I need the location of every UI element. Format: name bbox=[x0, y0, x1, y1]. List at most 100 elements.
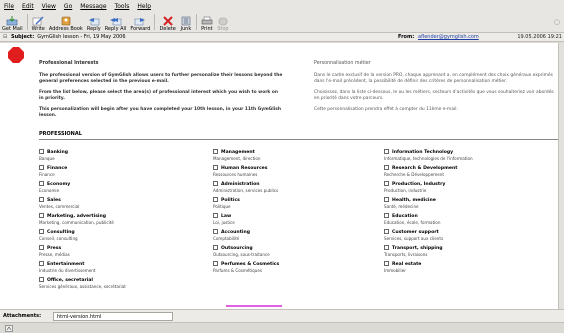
print-label: Print bbox=[201, 26, 213, 32]
vertical-scrollbar[interactable] bbox=[558, 43, 564, 309]
option-checkbox[interactable] bbox=[213, 213, 218, 218]
stop-icon bbox=[218, 17, 228, 26]
get-mail-button[interactable]: Get Mail bbox=[2, 13, 23, 32]
option-translation: Education, école, formation bbox=[384, 219, 441, 225]
option-checkbox[interactable] bbox=[213, 229, 218, 234]
option-translation: Comptabilité bbox=[213, 235, 240, 241]
forward-icon bbox=[135, 18, 146, 26]
forward-label: Forward bbox=[130, 26, 151, 32]
from-address-link[interactable]: aflender@gymglish.com bbox=[418, 34, 479, 40]
option-translation: Banque bbox=[39, 155, 55, 161]
option-checkbox[interactable] bbox=[213, 245, 218, 250]
decorative-divider bbox=[226, 305, 282, 307]
intro-fr-paragraph: Dans le cadre exclusif de la version PRO… bbox=[314, 73, 553, 84]
attachments-bar: Attachments: html-version.html bbox=[0, 309, 564, 322]
get-mail-label: Get Mail bbox=[2, 26, 23, 32]
write-button[interactable]: Write bbox=[32, 13, 45, 32]
reply-all-icon bbox=[109, 18, 121, 26]
menu-tools[interactable]: Tools bbox=[115, 3, 130, 10]
option-translation: Services, support aux clients bbox=[384, 235, 444, 241]
intro-fr-title: Personnalisation métier bbox=[314, 61, 371, 66]
option-translation: Informatique, technologies de l'informat… bbox=[384, 155, 473, 161]
option-checkbox[interactable] bbox=[39, 229, 44, 234]
from-label: From: bbox=[398, 34, 415, 40]
option-item: Entertainment Industrie du divertissement bbox=[39, 261, 95, 273]
option-checkbox[interactable] bbox=[39, 213, 44, 218]
stop-button[interactable]: Stop bbox=[217, 13, 229, 32]
attachment-file[interactable]: html-version.html bbox=[53, 311, 173, 321]
option-label: Office, secretarial bbox=[47, 278, 93, 283]
menu-view[interactable]: View bbox=[42, 3, 56, 10]
menu-file-label: File bbox=[4, 3, 15, 10]
option-label: Management bbox=[221, 150, 255, 155]
online-status-icon[interactable] bbox=[5, 325, 13, 332]
junk-button[interactable]: Junk bbox=[180, 13, 192, 32]
toolbar-separator bbox=[154, 14, 156, 30]
message-header: ⊟ Subject: GymGlish lesson - Fri, 19 May… bbox=[0, 33, 564, 42]
option-checkbox[interactable] bbox=[39, 197, 44, 202]
option-checkbox[interactable] bbox=[39, 165, 44, 170]
option-checkbox[interactable] bbox=[39, 245, 44, 250]
option-checkbox[interactable] bbox=[384, 181, 389, 186]
option-label: Politics bbox=[221, 198, 240, 203]
option-label: Law bbox=[221, 214, 232, 219]
header-toggle-icon[interactable]: ⊟ bbox=[3, 34, 11, 40]
option-checkbox[interactable] bbox=[39, 277, 44, 282]
menu-tools-label: Tools bbox=[114, 3, 130, 10]
option-item: Health, medicine Santé, médecine bbox=[384, 197, 436, 209]
forward-button[interactable]: Forward bbox=[130, 13, 150, 32]
option-translation: Immobilier bbox=[384, 267, 406, 273]
main-toolbar: Get Mail Write Address Book Reply Reply … bbox=[0, 13, 564, 33]
reply-button[interactable]: Reply bbox=[87, 13, 101, 32]
write-label: Write bbox=[31, 26, 45, 32]
option-label: Consulting bbox=[47, 230, 75, 235]
option-item: Customer support Services, support aux cl… bbox=[384, 229, 443, 241]
option-item: Politics Politique bbox=[213, 197, 240, 209]
option-label: Sales bbox=[47, 198, 61, 203]
intro-en-paragraph: The professional version of GymGlish all… bbox=[39, 73, 283, 84]
printer-icon bbox=[201, 16, 213, 25]
option-label: Education bbox=[392, 214, 418, 219]
option-translation: Recherche & Développement bbox=[384, 171, 444, 177]
throbber-icon: ○ bbox=[553, 18, 560, 26]
option-checkbox[interactable] bbox=[384, 229, 389, 234]
subject-label: Subject: bbox=[11, 34, 35, 40]
section-divider bbox=[39, 139, 558, 140]
reply-icon bbox=[88, 18, 100, 26]
option-label: Accounting bbox=[221, 230, 251, 235]
delete-button[interactable]: Delete bbox=[159, 13, 176, 32]
option-checkbox[interactable] bbox=[213, 181, 218, 186]
option-checkbox[interactable] bbox=[384, 149, 389, 154]
option-checkbox[interactable] bbox=[384, 245, 389, 250]
print-button[interactable]: Print bbox=[201, 13, 213, 32]
option-checkbox[interactable] bbox=[39, 149, 44, 154]
menu-go[interactable]: Go bbox=[64, 3, 72, 10]
toolbar-separator bbox=[26, 14, 28, 30]
menu-view-label: View bbox=[41, 3, 56, 10]
menu-message[interactable]: Message bbox=[80, 3, 106, 10]
option-checkbox[interactable] bbox=[384, 197, 389, 202]
option-checkbox[interactable] bbox=[39, 181, 44, 186]
address-book-button[interactable]: Address Book bbox=[49, 13, 83, 32]
option-checkbox[interactable] bbox=[39, 261, 44, 266]
option-checkbox[interactable] bbox=[213, 261, 218, 266]
menu-help[interactable]: Help bbox=[137, 3, 151, 10]
option-translation: Management, direction bbox=[213, 155, 261, 161]
option-item: Production, Industry Production, industri… bbox=[384, 181, 445, 193]
option-checkbox[interactable] bbox=[213, 165, 218, 170]
option-label: Transport, shipping bbox=[392, 246, 443, 251]
menu-edit[interactable]: Edit bbox=[22, 3, 34, 10]
option-checkbox[interactable] bbox=[213, 149, 218, 154]
option-checkbox[interactable] bbox=[384, 261, 389, 266]
address-book-icon bbox=[61, 16, 71, 26]
option-translation: Economie bbox=[39, 187, 60, 193]
menu-edit-label: Edit bbox=[22, 3, 34, 10]
option-checkbox[interactable] bbox=[384, 165, 389, 170]
menu-file[interactable]: File bbox=[4, 3, 14, 10]
option-item: Sales Ventes, commercial bbox=[39, 197, 79, 209]
reply-all-button[interactable]: Reply All bbox=[105, 13, 126, 32]
option-checkbox[interactable] bbox=[384, 213, 389, 218]
option-item: Office, secretarial Services généraux, as… bbox=[39, 277, 126, 289]
option-label: Human Resources bbox=[221, 166, 268, 171]
option-checkbox[interactable] bbox=[213, 197, 218, 202]
